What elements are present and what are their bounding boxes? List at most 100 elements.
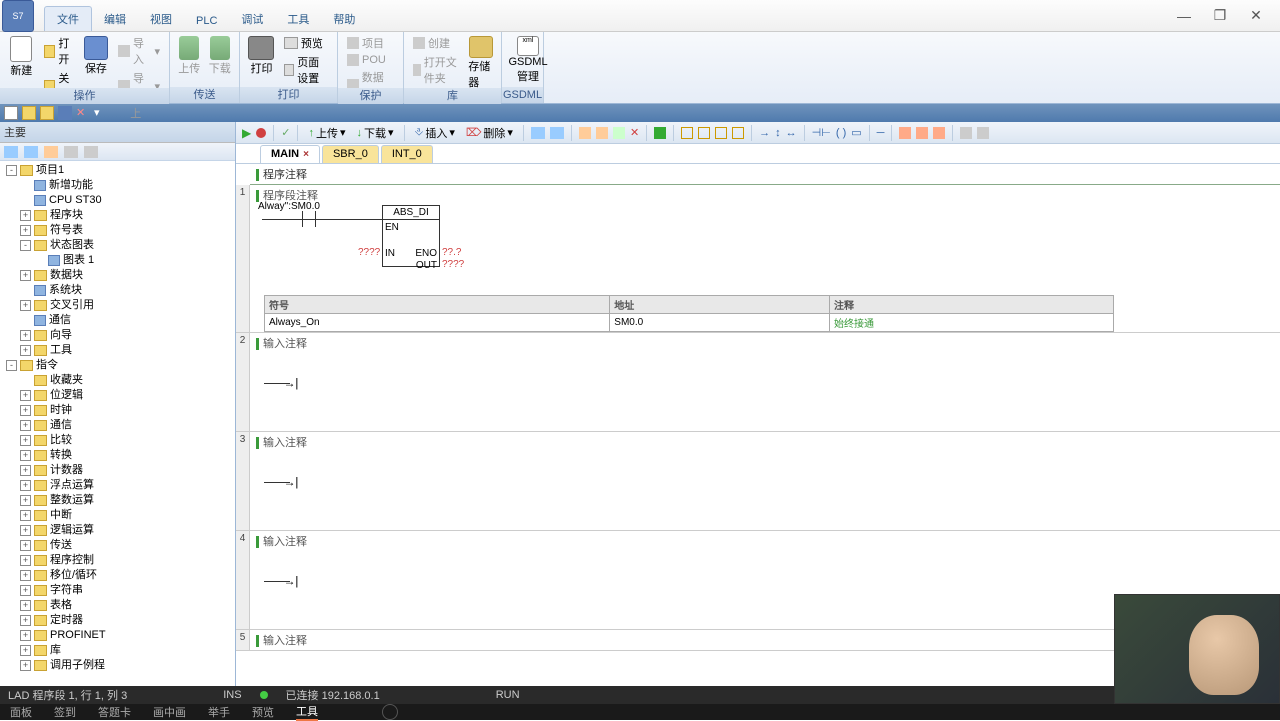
tree-item[interactable]: +逻辑运算 — [2, 523, 235, 538]
tb-icon[interactable] — [531, 127, 545, 139]
tb-icon[interactable] — [681, 127, 693, 139]
function-block[interactable]: ABS_DI EN IN ENO OUT — [382, 205, 440, 267]
tree-item[interactable]: 通信 — [2, 313, 235, 328]
tb-icon[interactable] — [613, 127, 625, 139]
tree-item[interactable]: +表格 — [2, 598, 235, 613]
expander-icon[interactable]: + — [20, 600, 31, 611]
tb-icon[interactable] — [960, 127, 972, 139]
tree-item[interactable]: -指令 — [2, 358, 235, 373]
expander-icon[interactable]: - — [6, 360, 17, 371]
minimize-button[interactable]: ― — [1170, 8, 1198, 24]
tree-item[interactable]: +转换 — [2, 448, 235, 463]
tb-icon[interactable] — [933, 127, 945, 139]
run-icon[interactable]: ▶ — [242, 126, 251, 140]
tb-icon[interactable] — [579, 127, 591, 139]
tb-answer[interactable]: 答题卡 — [98, 704, 131, 720]
tree-item[interactable]: 图表 1 — [2, 253, 235, 268]
open-button[interactable]: 打开 — [41, 34, 77, 68]
unassigned-output[interactable]: ???? — [442, 259, 464, 270]
qt-save-icon[interactable] — [58, 106, 72, 120]
tb-insert[interactable]: ⎀插入 ▾ — [412, 125, 458, 141]
tree-item[interactable]: +定时器 — [2, 613, 235, 628]
storage-button[interactable]: 存储器 — [466, 34, 495, 92]
tb-icon[interactable] — [916, 127, 928, 139]
expander-icon[interactable]: + — [20, 630, 31, 641]
expander-icon[interactable]: + — [20, 300, 31, 311]
tree-item[interactable]: +库 — [2, 643, 235, 658]
tree-item[interactable]: +移位/循环 — [2, 568, 235, 583]
tb-icon[interactable] — [732, 127, 744, 139]
qt-folder-icon[interactable] — [40, 106, 54, 120]
tb-icon[interactable] — [715, 127, 727, 139]
tab-main[interactable]: MAIN× — [260, 145, 320, 163]
import-button[interactable]: 导入 ▾ — [115, 34, 163, 68]
expander-icon[interactable]: + — [20, 660, 31, 671]
tb-signin[interactable]: 签到 — [54, 704, 76, 720]
tb-icon[interactable] — [596, 127, 608, 139]
print-button[interactable]: 打印 — [246, 34, 277, 78]
tb-preview[interactable]: 预览 — [252, 704, 274, 720]
menu-view[interactable]: 视图 — [138, 7, 184, 31]
expander-icon[interactable]: + — [20, 345, 31, 356]
menu-help[interactable]: 帮助 — [321, 7, 367, 31]
tb-icon[interactable] — [654, 127, 666, 139]
tb-icon[interactable] — [899, 127, 911, 139]
tb-icon[interactable]: ↔ — [786, 127, 797, 139]
tb-icon[interactable] — [698, 127, 710, 139]
tree-item[interactable]: +程序控制 — [2, 553, 235, 568]
tree-item[interactable]: +计数器 — [2, 463, 235, 478]
tree-tb-icon[interactable] — [64, 146, 78, 158]
tb-download[interactable]: ↓下载 ▾ — [353, 125, 396, 141]
tb-delete[interactable]: ⌦删除 ▾ — [463, 125, 516, 141]
tree-item[interactable]: +位逻辑 — [2, 388, 235, 403]
program-comment[interactable]: 程序注释 — [250, 164, 1280, 185]
network-1[interactable]: 1 程序段注释 Alway":SM0.0 ABS_DI EN IN ENO OU… — [236, 185, 1280, 333]
tb-contact-icon[interactable]: ⊣⊢ — [812, 126, 831, 139]
expander-icon[interactable]: + — [20, 405, 31, 416]
tree-item[interactable]: +PROFINET — [2, 628, 235, 643]
menu-file[interactable]: 文件 — [44, 6, 92, 31]
project-tree[interactable]: -项目1新增功能CPU ST30+程序块+符号表-状态图表图表 1+数据块系统块… — [0, 161, 235, 697]
expander-icon[interactable]: + — [20, 330, 31, 341]
expander-icon[interactable]: + — [20, 510, 31, 521]
tree-item[interactable]: -项目1 — [2, 163, 235, 178]
qt-more-icon[interactable]: ▾ — [94, 106, 108, 120]
network-2[interactable]: 2 输入注释→| — [236, 333, 1280, 432]
qt-open-icon[interactable] — [22, 106, 36, 120]
tree-item[interactable]: +向导 — [2, 328, 235, 343]
tb-raisehand[interactable]: 举手 — [208, 704, 230, 720]
expander-icon[interactable]: + — [20, 390, 31, 401]
upload-button[interactable]: 上传 — [176, 34, 203, 78]
tree-item[interactable]: +整数运算 — [2, 493, 235, 508]
expander-icon[interactable]: + — [20, 525, 31, 536]
tb-tools[interactable]: 工具 — [296, 703, 318, 721]
compile-icon[interactable]: ✓ — [281, 126, 290, 139]
tree-item[interactable]: +程序块 — [2, 208, 235, 223]
tree-item[interactable]: +字符串 — [2, 583, 235, 598]
power-icon[interactable] — [382, 704, 398, 720]
expander-icon[interactable]: + — [20, 270, 31, 281]
stop-icon[interactable] — [256, 128, 266, 138]
tree-tb-icon[interactable] — [24, 146, 38, 158]
tree-item[interactable]: +比较 — [2, 433, 235, 448]
tree-item[interactable]: +时钟 — [2, 403, 235, 418]
tb-coil-icon[interactable]: ( ) — [836, 127, 846, 139]
tree-tb-icon[interactable] — [4, 146, 18, 158]
tab-sbr0[interactable]: SBR_0 — [322, 145, 379, 163]
tree-item[interactable]: CPU ST30 — [2, 193, 235, 208]
expander-icon[interactable]: + — [20, 645, 31, 656]
lib-create[interactable]: 创建 — [410, 34, 462, 52]
expander-icon[interactable]: + — [20, 435, 31, 446]
menu-plc[interactable]: PLC — [184, 11, 229, 31]
tree-item[interactable]: +符号表 — [2, 223, 235, 238]
tb-block-icon[interactable]: ▭ — [851, 126, 861, 139]
gsdml-button[interactable]: xmlGSDML管理 — [508, 34, 548, 86]
tree-item[interactable]: +工具 — [2, 343, 235, 358]
tree-tb-icon[interactable] — [84, 146, 98, 158]
expander-icon[interactable]: + — [20, 615, 31, 626]
tree-item[interactable]: 系统块 — [2, 283, 235, 298]
unassigned-output[interactable]: ??.? — [442, 247, 461, 258]
expander-icon[interactable]: + — [20, 465, 31, 476]
preview-button[interactable]: 预览 — [281, 34, 331, 52]
tree-item[interactable]: -状态图表 — [2, 238, 235, 253]
